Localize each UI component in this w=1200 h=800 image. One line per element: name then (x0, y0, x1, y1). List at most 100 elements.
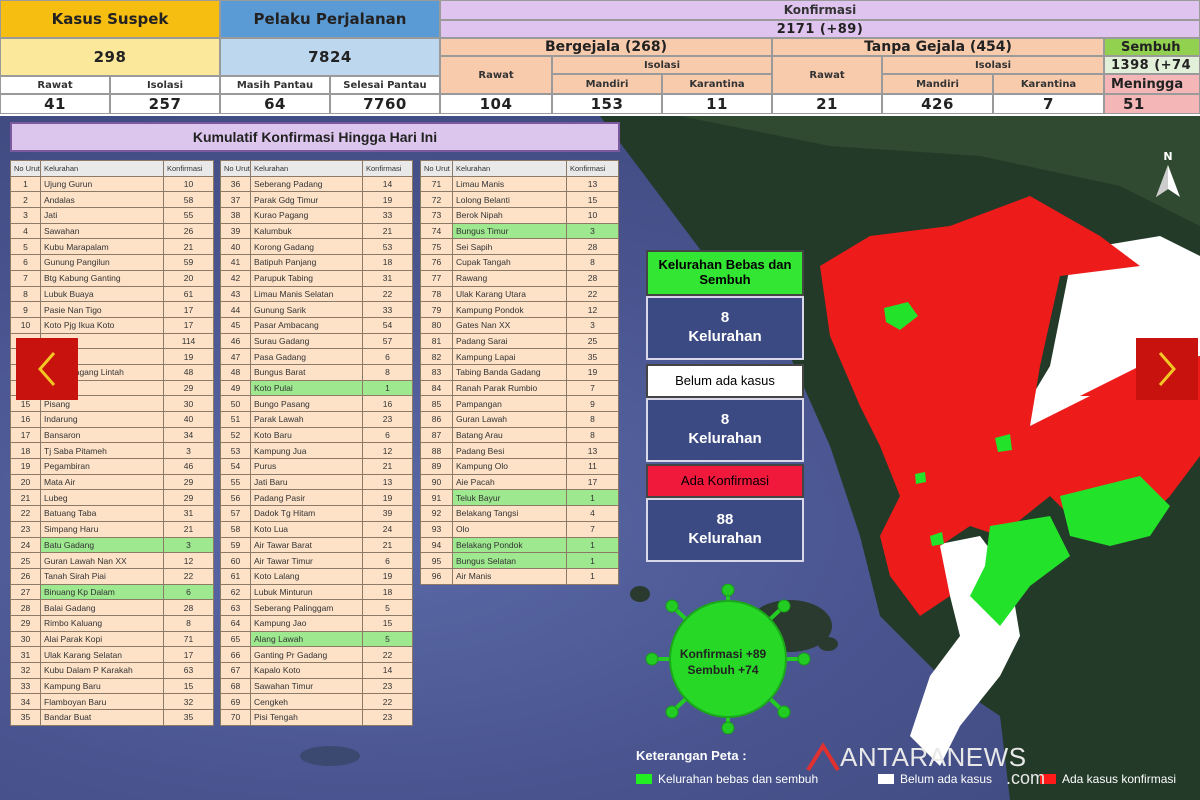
row-kelurahan: Sei Sapih (452, 238, 567, 256)
row-konfirmasi: 13 (566, 175, 619, 193)
row-kelurahan: Lolong Belanti (452, 191, 567, 209)
pelaku-title: Pelaku Perjalanan (220, 0, 440, 38)
row-konfirmasi: 63 (163, 662, 214, 679)
table-row: 88 Padang Besi 13 (420, 442, 619, 460)
row-kelurahan: Limau Manis Selatan (250, 285, 363, 303)
row-konfirmasi: 5 (362, 630, 413, 648)
row-number: 54 (220, 458, 251, 475)
row-number: 42 (220, 269, 251, 287)
row-number: 86 (420, 411, 453, 428)
row-kelurahan: Purus (250, 458, 363, 475)
row-konfirmasi: 11 (566, 458, 619, 475)
row-kelurahan: Pisi Tengah (250, 709, 363, 726)
virus-sembuh-text: Sembuh +74 (687, 663, 759, 678)
next-slide-button[interactable] (1136, 338, 1198, 400)
row-konfirmasi: 16 (362, 395, 413, 412)
row-number: 33 (10, 677, 41, 695)
row-kelurahan: Padang Besi (452, 442, 567, 460)
legend-ada-count: 88 (716, 511, 734, 529)
legend-belum-count: 8 (720, 411, 730, 429)
row-konfirmasi: 1 (566, 552, 619, 569)
row-kelurahan: Tj Saba Pitameh (40, 442, 164, 460)
row-konfirmasi: 28 (566, 269, 619, 287)
row-kelurahan: Seberang Padang (250, 175, 363, 193)
table-header-row: No Urut Kelurahan Konfirmasi (220, 160, 413, 177)
table-row: 84 Ranah Parak Rumbio 7 (420, 379, 619, 397)
row-number: 20 (10, 473, 41, 491)
table-kelurahan-1: No Urut Kelurahan Konfirmasi 1 Ujung Guru… (10, 160, 214, 726)
row-konfirmasi: 21 (362, 536, 413, 554)
row-number: 81 (420, 332, 453, 350)
row-kelurahan: Air Tawar Timur (250, 552, 363, 569)
row-kelurahan: Seberang Palinggam (250, 599, 363, 616)
row-kelurahan: Rimbo Kaluang (40, 614, 164, 632)
table-row: 76 Cupak Tangah 8 (420, 254, 619, 271)
row-konfirmasi: 19 (362, 567, 413, 585)
table-row: 45 Pasar Ambacang 54 (220, 316, 413, 334)
row-konfirmasi: 3 (566, 222, 619, 240)
row-konfirmasi: 5 (362, 599, 413, 616)
prev-slide-button[interactable] (16, 338, 78, 400)
row-number: 87 (420, 426, 453, 444)
island (818, 637, 838, 651)
row-kelurahan: Koto Baru (250, 426, 363, 444)
row-kelurahan: Pegambiran (40, 458, 164, 475)
row-konfirmasi: 19 (362, 489, 413, 507)
table-row: 64 Kampung Jao 15 (220, 614, 413, 632)
row-kelurahan: Bungus Barat (250, 363, 363, 381)
row-number: 52 (220, 426, 251, 444)
table-row: 94 Belakang Pondok 1 (420, 536, 619, 554)
row-kelurahan: Balai Gadang (40, 599, 164, 616)
row-konfirmasi: 53 (362, 238, 413, 256)
table-row: 56 Padang Pasir 19 (220, 489, 413, 507)
row-konfirmasi: 8 (362, 363, 413, 381)
row-konfirmasi: 21 (163, 520, 214, 538)
legend-bebas-box: 8 Kelurahan (646, 296, 804, 360)
meninggal-label: Meningga (1104, 74, 1200, 94)
col-kelurahan-header: Kelurahan (40, 160, 164, 177)
row-konfirmasi: 17 (163, 316, 214, 334)
row-number: 71 (420, 175, 453, 193)
row-number: 10 (10, 316, 41, 334)
table-row: 16 Indarung 40 (10, 411, 214, 428)
row-number: 36 (220, 175, 251, 193)
row-number: 78 (420, 285, 453, 303)
row-kelurahan: Batang Arau (452, 426, 567, 444)
row-number: 8 (10, 285, 41, 303)
row-konfirmasi: 22 (362, 646, 413, 663)
row-kelurahan: Bungus Selatan (452, 552, 567, 569)
row-kelurahan: Jati Baru (250, 473, 363, 491)
sembuh-value: 1398 (+74 (1104, 56, 1200, 74)
row-konfirmasi: 3 (163, 536, 214, 554)
table-row: 21 Lubeg 29 (10, 489, 214, 507)
table-row: 41 Batipuh Panjang 18 (220, 254, 413, 271)
legend-ada-unit: Kelurahan (688, 530, 762, 547)
col-no-header: No Urut (220, 160, 251, 177)
row-number: 73 (420, 207, 453, 224)
row-number: 96 (420, 567, 453, 585)
row-kelurahan: Olo (452, 520, 567, 538)
konfirmasi-title: Konfirmasi (440, 0, 1200, 20)
table-row: 53 Kampung Jua 12 (220, 442, 413, 460)
table-row: 20 Mata Air 29 (10, 473, 214, 491)
north-arrow: N (1150, 150, 1186, 203)
row-kelurahan: Pasar Ambacang (250, 316, 363, 334)
row-number: 48 (220, 363, 251, 381)
map-legend-item-belum: Belum ada kasus (878, 772, 992, 786)
bergejala-karantina-value: 11 (662, 94, 772, 114)
row-number: 23 (10, 520, 41, 538)
table-row: 46 Surau Gadang 57 (220, 332, 413, 350)
table-row: 78 Ulak Karang Utara 22 (420, 285, 619, 303)
row-number: 94 (420, 536, 453, 554)
row-kelurahan: Ganting Pr Gadang (250, 646, 363, 663)
row-kelurahan: Guran Lawah Nan XX (40, 552, 164, 569)
row-konfirmasi: 23 (362, 677, 413, 695)
bergejala-karantina-label: Karantina (662, 74, 772, 94)
table-row: 61 Koto Lalang 19 (220, 567, 413, 585)
legend-ada-box: 88 Kelurahan (646, 498, 804, 562)
table-row: 8 Lubuk Buaya 61 (10, 285, 214, 303)
row-konfirmasi: 21 (362, 222, 413, 240)
row-number: 57 (220, 505, 251, 522)
table-row: 91 Teluk Bayur 1 (420, 489, 619, 507)
legend-belum-box: 8 Kelurahan (646, 398, 804, 462)
